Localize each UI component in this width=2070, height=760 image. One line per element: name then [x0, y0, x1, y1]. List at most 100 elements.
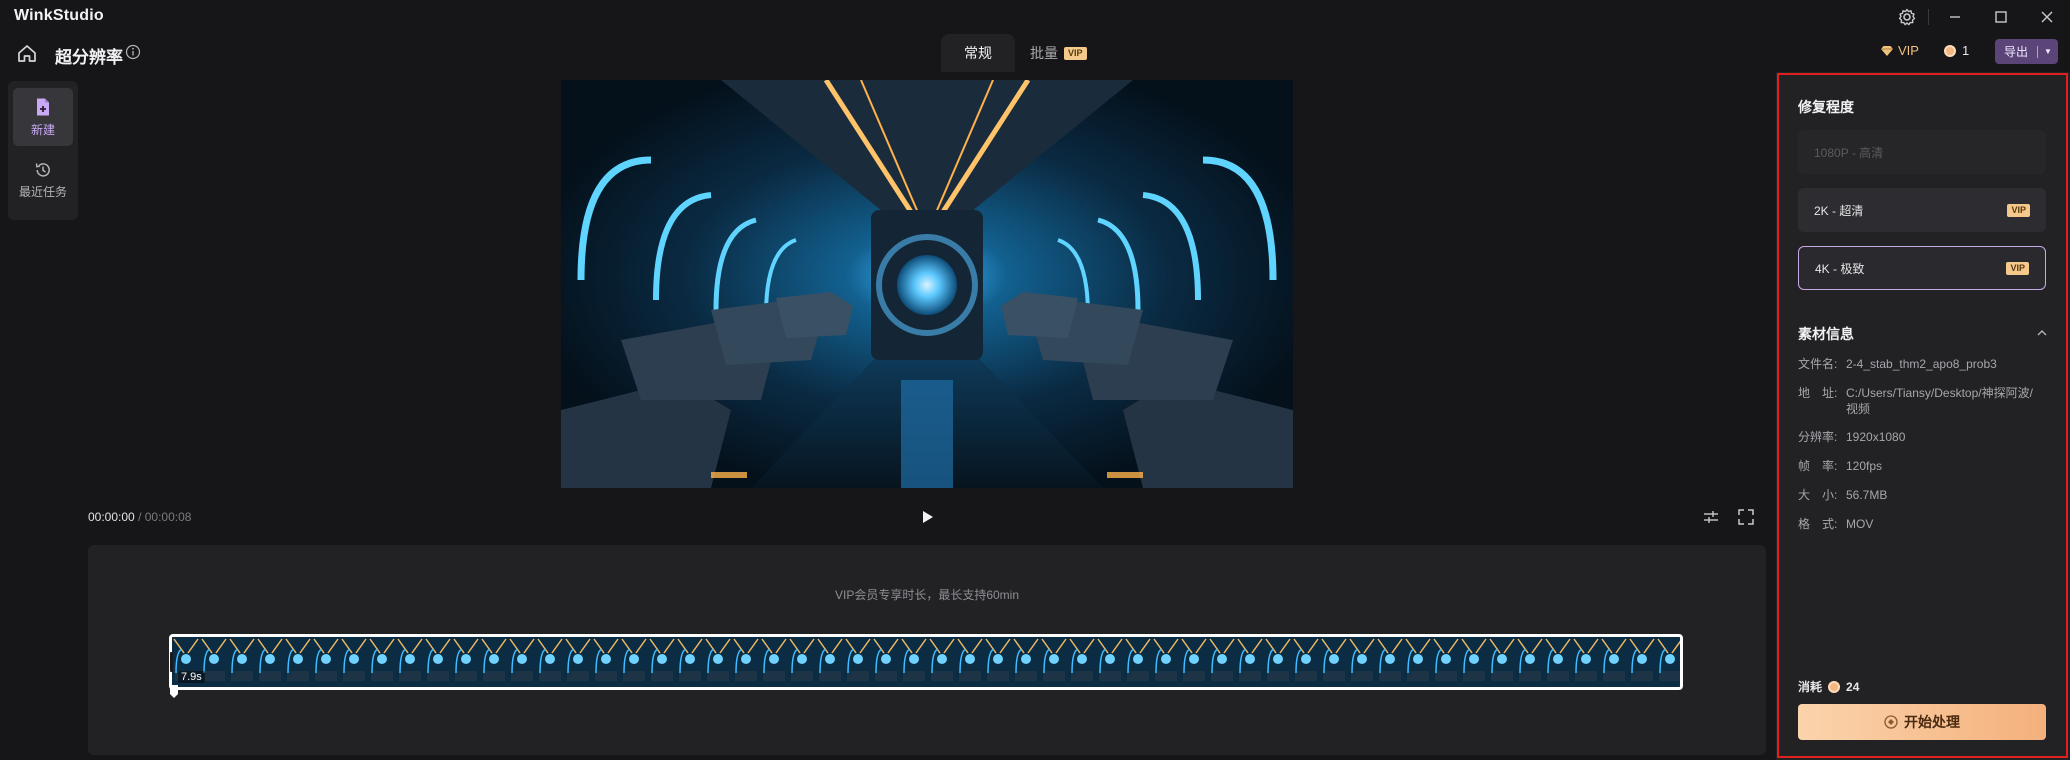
material-info-title: 素材信息	[1798, 326, 1854, 342]
clip-frame	[228, 637, 256, 687]
clip-frame	[648, 637, 676, 687]
vip-badge: VIP	[2006, 261, 2029, 275]
option-1080p[interactable]: 1080P - 高清	[1798, 130, 2046, 174]
vip-button[interactable]: VIP	[1880, 43, 1919, 58]
clip-frame	[676, 637, 704, 687]
info-value: 56.7MB	[1846, 488, 1888, 502]
info-value: 2-4_stab_thm2_apo8_prob3	[1846, 357, 1997, 371]
info-key: 文件名:	[1798, 357, 1838, 371]
nav-item-recent[interactable]: 最近任务	[13, 151, 73, 209]
export-button[interactable]: 导出 ▼	[1995, 39, 2058, 64]
vip-duration-hint: VIP会员专享时长，最长支持60min	[834, 588, 1020, 602]
info-row-format: 格 式: MOV	[1798, 516, 2048, 532]
clip-frame	[1572, 637, 1600, 687]
maximize-icon[interactable]	[1985, 4, 2017, 30]
tab-batch[interactable]: 批量 VIP	[1030, 34, 1087, 72]
clip-frame	[536, 637, 564, 687]
coin-icon	[1828, 680, 1841, 693]
nav-item-new[interactable]: 新建	[13, 88, 73, 146]
info-row-filename: 文件名: 2-4_stab_thm2_apo8_prob3	[1798, 356, 2048, 372]
start-processing-label: 开始处理	[1904, 714, 1960, 730]
export-label: 导出	[2004, 45, 2029, 59]
info-row-framerate: 帧 率: 120fps	[1798, 458, 2048, 474]
coin-icon	[1944, 44, 1956, 57]
settings-icon[interactable]	[1891, 4, 1923, 30]
info-key: 分辨率:	[1798, 430, 1838, 444]
clip-frame	[312, 637, 340, 687]
coin-balance[interactable]: 1	[1944, 43, 1969, 58]
clip-frame	[1376, 637, 1404, 687]
vip-badge: VIP	[1064, 46, 1087, 60]
new-file-icon	[37, 98, 49, 115]
fullscreen-icon[interactable]	[1737, 508, 1755, 526]
info-key: 格 式:	[1798, 517, 1838, 531]
option-1080p-label: 1080P - 高清	[1814, 145, 1884, 160]
info-key: 地 址:	[1798, 386, 1838, 400]
clip-frame	[1012, 637, 1040, 687]
clip-frame	[1264, 637, 1292, 687]
info-icon[interactable]	[125, 44, 141, 60]
clip-frame	[452, 637, 480, 687]
clip-frame	[1040, 637, 1068, 687]
clip-frame	[1180, 637, 1208, 687]
clip-frame	[956, 637, 984, 687]
vip-badge: VIP	[2007, 203, 2030, 217]
home-icon[interactable]	[14, 41, 40, 65]
info-key: 帧 率:	[1798, 459, 1838, 473]
clip-frame	[1628, 637, 1656, 687]
option-2k[interactable]: 2K - 超清 VIP	[1798, 188, 2046, 232]
clip-frame	[1600, 637, 1628, 687]
video-preview[interactable]	[561, 80, 1293, 488]
clip-frame	[620, 637, 648, 687]
clip-frame	[760, 637, 788, 687]
playhead[interactable]	[169, 685, 179, 699]
minimize-icon[interactable]	[1939, 4, 1971, 30]
nav-item-recent-label: 最近任务	[18, 184, 67, 199]
titlebar-divider	[1928, 9, 1929, 25]
chevron-up-icon[interactable]	[2036, 326, 2048, 338]
clip-frame	[1404, 637, 1432, 687]
tab-normal[interactable]: 常规	[941, 34, 1015, 72]
option-4k-label: 4K - 极致	[1815, 261, 1865, 276]
clip-trim-handle[interactable]	[169, 634, 175, 690]
cost-label: 消耗	[1798, 680, 1823, 694]
clip-frame	[424, 637, 452, 687]
clip-frame	[1068, 637, 1096, 687]
clip-frame	[592, 637, 620, 687]
page-title: 超分辨率	[55, 48, 123, 67]
clip-frame	[396, 637, 424, 687]
app-window: WinkStudio 超分辨率 常规 批量 VIP VIP 1 导出 ▼ 新建 …	[0, 0, 2070, 760]
option-2k-label: 2K - 超清	[1814, 203, 1864, 218]
export-dropdown-icon[interactable]: ▼	[2038, 47, 2058, 56]
clip-frame	[284, 637, 312, 687]
time-display: 00:00:00 / 00:00:08	[88, 510, 191, 524]
clip-frame	[732, 637, 760, 687]
clip-frame	[1152, 637, 1180, 687]
clip-frame	[256, 637, 284, 687]
history-icon	[35, 162, 50, 177]
play-icon[interactable]	[918, 508, 936, 526]
info-value: 1920x1080	[1846, 430, 1906, 444]
time-separator: /	[138, 510, 142, 524]
clip-frame	[1460, 637, 1488, 687]
clip-frame	[1292, 637, 1320, 687]
clip-frame	[340, 637, 368, 687]
clip-frame	[788, 637, 816, 687]
start-processing-button[interactable]: 开始处理	[1798, 704, 2046, 740]
info-row-size: 大 小: 56.7MB	[1798, 487, 2048, 503]
clip-frame	[1656, 637, 1680, 687]
clip-frame	[1432, 637, 1460, 687]
adjust-icon[interactable]	[1702, 508, 1720, 526]
title-bar: WinkStudio	[0, 0, 2070, 34]
clip-frame	[1516, 637, 1544, 687]
info-value: 120fps	[1846, 459, 1883, 473]
preview-image	[561, 80, 1293, 488]
close-icon[interactable]	[2031, 4, 2063, 30]
cost-value: 24	[1846, 679, 1860, 694]
clip-frame	[844, 637, 872, 687]
tab-batch-label: 批量	[1030, 45, 1058, 61]
video-clip[interactable]: 7.9s	[169, 634, 1683, 690]
option-4k[interactable]: 4K - 极致 VIP	[1798, 246, 2046, 290]
clip-frame	[1208, 637, 1236, 687]
info-key: 大 小:	[1798, 488, 1838, 502]
